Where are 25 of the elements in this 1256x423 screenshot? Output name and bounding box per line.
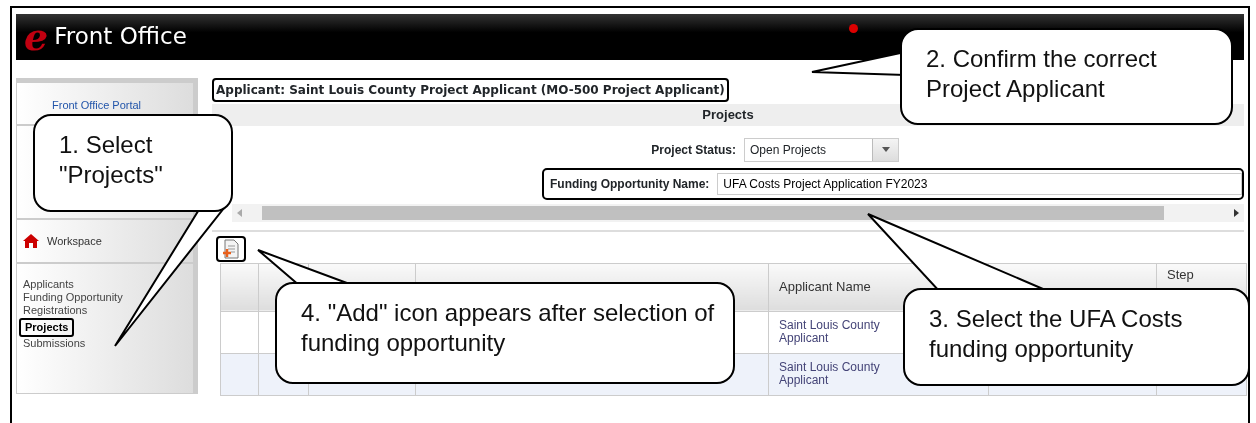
field-label: Funding Opportunity Name: [550, 175, 710, 193]
callout-bubble: 1. Select "Projects" [33, 114, 233, 212]
status-dropdown[interactable]: Open Projects [744, 137, 899, 162]
scroll-right-icon[interactable] [1234, 208, 1239, 217]
sidebar-link[interactable]: Funding Opportunity Registrations [17, 291, 137, 318]
column-header[interactable]: Applicant Name [779, 279, 871, 295]
workspace-link[interactable]: Workspace [47, 232, 102, 249]
logo-letter: e [24, 18, 49, 56]
add-document-icon [222, 238, 240, 259]
field-label: Project Status: [651, 141, 736, 159]
funding-opportunity-field[interactable]: UFA Costs Project Application FY2023 [717, 172, 1242, 195]
table-cell-text: Saint Louis County Applicant [779, 360, 881, 388]
applicant-name: Applicant: Saint Louis County Project Applicant (MO-500 Project Applicant) [212, 78, 729, 102]
column-header[interactable]: Step [1167, 266, 1194, 282]
sidebar-link[interactable]: Applicants [17, 278, 80, 292]
callout-bubble: 2. Confirm the correct Project Applicant [900, 28, 1233, 125]
home-icon [23, 233, 39, 248]
caret-icon [881, 147, 890, 152]
horizontal-scrollbar[interactable] [232, 203, 1244, 222]
add-button[interactable] [216, 235, 246, 262]
portal-link[interactable]: Front Office Portal [52, 97, 142, 114]
table-cell-text: Saint Louis County Applicant [779, 318, 881, 346]
app-title: Front Office [54, 24, 187, 50]
sidebar-link[interactable]: Projects [19, 317, 75, 337]
sidebar-link[interactable]: Submissions [17, 336, 92, 350]
